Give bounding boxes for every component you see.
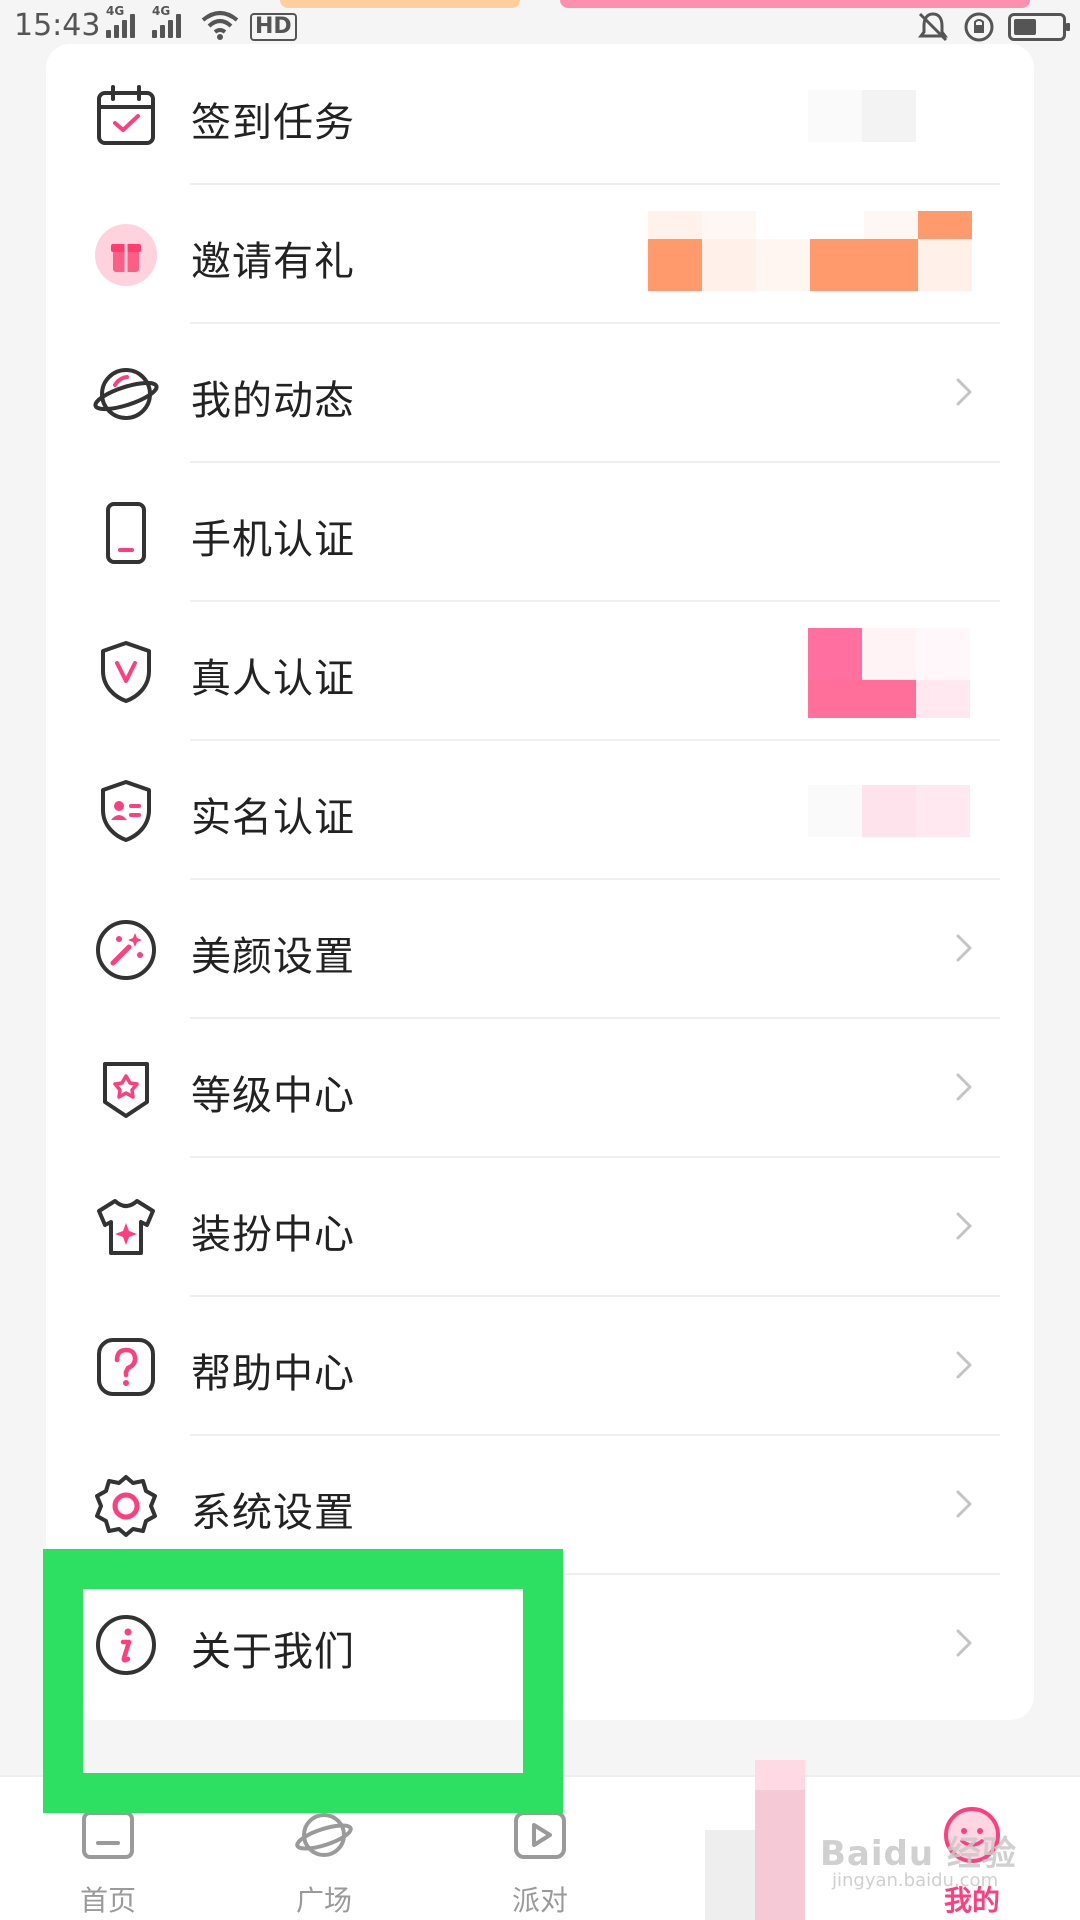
chevron-right-icon [946,1206,982,1246]
planet-icon [91,359,161,429]
battery-icon [1008,13,1070,41]
menu-item-label: 我的动态 [191,378,355,424]
menu-item-level-center[interactable]: 等级中心 [46,1019,1034,1158]
menu-item-dressup-center[interactable]: 装扮中心 [46,1158,1034,1297]
chevron-right-icon [946,1484,982,1524]
rotation-lock-icon [964,12,994,42]
menu-card: 签到任务 邀请有礼 我的动态 手机认证 真人认证 实名认证 美颜设置 等级中心 … [46,44,1034,1720]
menu-item-label: 签到任务 [191,100,355,146]
gear-icon [91,1471,161,1541]
status-time: 15:43 [14,8,101,43]
chevron-right-icon [946,1345,982,1385]
menu-item-phone-verify[interactable]: 手机认证 [46,463,1034,602]
menu-item-label: 美颜设置 [191,934,355,980]
chevron-right-icon [946,1067,982,1107]
info-icon [91,1610,161,1680]
signal-icon: 4G [152,4,181,38]
shield-v-icon [91,637,161,707]
menu-item-label: 等级中心 [191,1073,355,1119]
menu-item-label: 关于我们 [191,1629,355,1675]
watermark: Baidu 经验 [820,1834,1017,1874]
menu-item-invite-gift[interactable]: 邀请有礼 [46,185,1034,324]
calendar-check-icon [91,81,161,151]
signal-icon: 4G [106,4,135,38]
chevron-right-icon [946,928,982,968]
nav-tab-square[interactable]: 广场 [244,1777,404,1920]
blurred-status [808,90,916,142]
nav-tab-label: 首页 [79,1884,136,1917]
menu-item-label: 真人认证 [191,656,355,702]
menu-item-system-settings[interactable]: 系统设置 [46,1436,1034,1575]
nav-tab-home[interactable]: 首页 [28,1777,188,1920]
top-banner-right [560,0,1030,8]
chevron-right-icon [946,1623,982,1663]
gift-icon [91,220,161,290]
wifi-icon [200,10,240,40]
network-type-label: 4G [152,4,171,18]
menu-item-label: 系统设置 [191,1490,355,1536]
phone-icon [91,498,161,568]
play-icon [510,1805,570,1865]
mute-icon [918,12,948,42]
watermark-url: jingyan.baidu.com [832,1870,999,1891]
help-question-icon [91,1332,161,1402]
hd-label: HD [250,13,297,41]
network-type-label: 4G [106,4,125,18]
blurred-center-button [700,1760,810,1920]
menu-item-beauty-settings[interactable]: 美颜设置 [46,880,1034,1019]
nav-tab-label: 广场 [295,1884,352,1917]
shirt-sparkle-icon [91,1193,161,1263]
nav-tab-label: 派对 [511,1884,568,1917]
status-bar: 15:43 4G 4G HD [0,0,1080,50]
blurred-status [808,785,970,837]
nav-tab-party[interactable]: 派对 [460,1777,620,1920]
shield-id-icon [91,776,161,846]
menu-item-label: 邀请有礼 [191,239,355,285]
menu-item-label: 手机认证 [191,517,355,563]
status-right-icons [916,10,1070,44]
blurred-status [808,628,970,718]
planet-icon [294,1805,354,1865]
hd-icon: HD [250,12,297,42]
top-banner-left [280,0,520,8]
menu-item-help-center[interactable]: 帮助中心 [46,1297,1034,1436]
badge-flower-icon [91,1054,161,1124]
chevron-right-icon [946,372,982,412]
menu-item-my-posts[interactable]: 我的动态 [46,324,1034,463]
menu-item-label: 实名认证 [191,795,355,841]
menu-item-label: 装扮中心 [191,1212,355,1258]
home-icon [78,1805,138,1865]
menu-item-real-person-verify[interactable]: 真人认证 [46,602,1034,741]
menu-item-realname-verify[interactable]: 实名认证 [46,741,1034,880]
blurred-reward [648,211,972,291]
menu-item-checkin-task[interactable]: 签到任务 [46,46,1034,185]
beauty-wand-icon [91,915,161,985]
menu-item-label: 帮助中心 [191,1351,355,1397]
menu-item-about-us[interactable]: 关于我们 [46,1575,1034,1714]
